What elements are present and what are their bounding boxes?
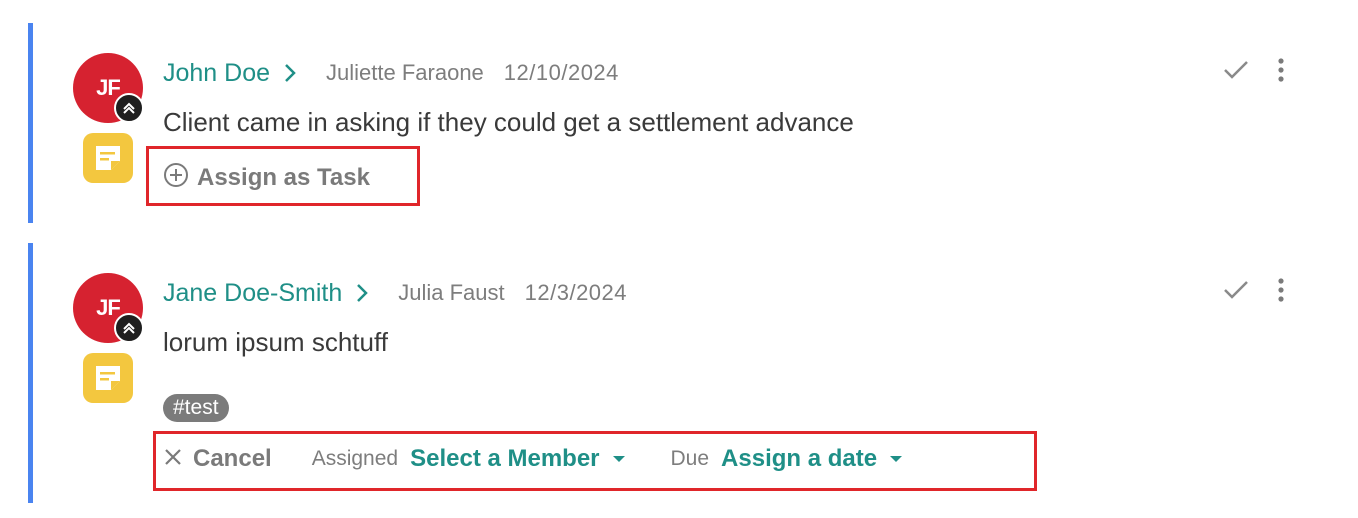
double-chevron-up-icon bbox=[114, 313, 144, 343]
note-author: Juliette Faraone bbox=[326, 60, 484, 85]
note-date: 12/10/2024 bbox=[503, 60, 619, 85]
client-name-link[interactable]: John Doe bbox=[163, 59, 270, 88]
note-header: Jane Doe-Smith Julia Faust 12/3/2024 bbox=[163, 276, 627, 310]
avatar-initials: JF bbox=[96, 295, 121, 320]
check-icon[interactable] bbox=[1221, 58, 1251, 82]
sticky-note-icon bbox=[83, 353, 133, 403]
note-body: lorum ipsum schtuff bbox=[163, 327, 388, 357]
more-vertical-icon[interactable] bbox=[1275, 277, 1287, 303]
note-date: 12/3/2024 bbox=[524, 280, 628, 305]
hashtag-badge[interactable]: #test bbox=[163, 394, 229, 422]
sticky-note-icon bbox=[83, 133, 133, 183]
avatar-initials: JF bbox=[96, 75, 121, 100]
highlight-box bbox=[146, 146, 420, 206]
more-vertical-icon[interactable] bbox=[1275, 57, 1287, 83]
note-author: Julia Faust bbox=[398, 280, 505, 305]
check-icon[interactable] bbox=[1221, 278, 1251, 302]
note-body: Client came in asking if they could get … bbox=[163, 107, 854, 137]
highlight-box bbox=[153, 431, 1037, 491]
chevron-right-icon[interactable] bbox=[356, 283, 369, 303]
chevron-right-icon[interactable] bbox=[284, 63, 296, 83]
double-chevron-up-icon bbox=[114, 93, 144, 123]
client-name-link[interactable]: Jane Doe-Smith bbox=[163, 279, 342, 308]
note-header: John Doe Juliette Faraone 12/10/2024 bbox=[163, 56, 619, 90]
